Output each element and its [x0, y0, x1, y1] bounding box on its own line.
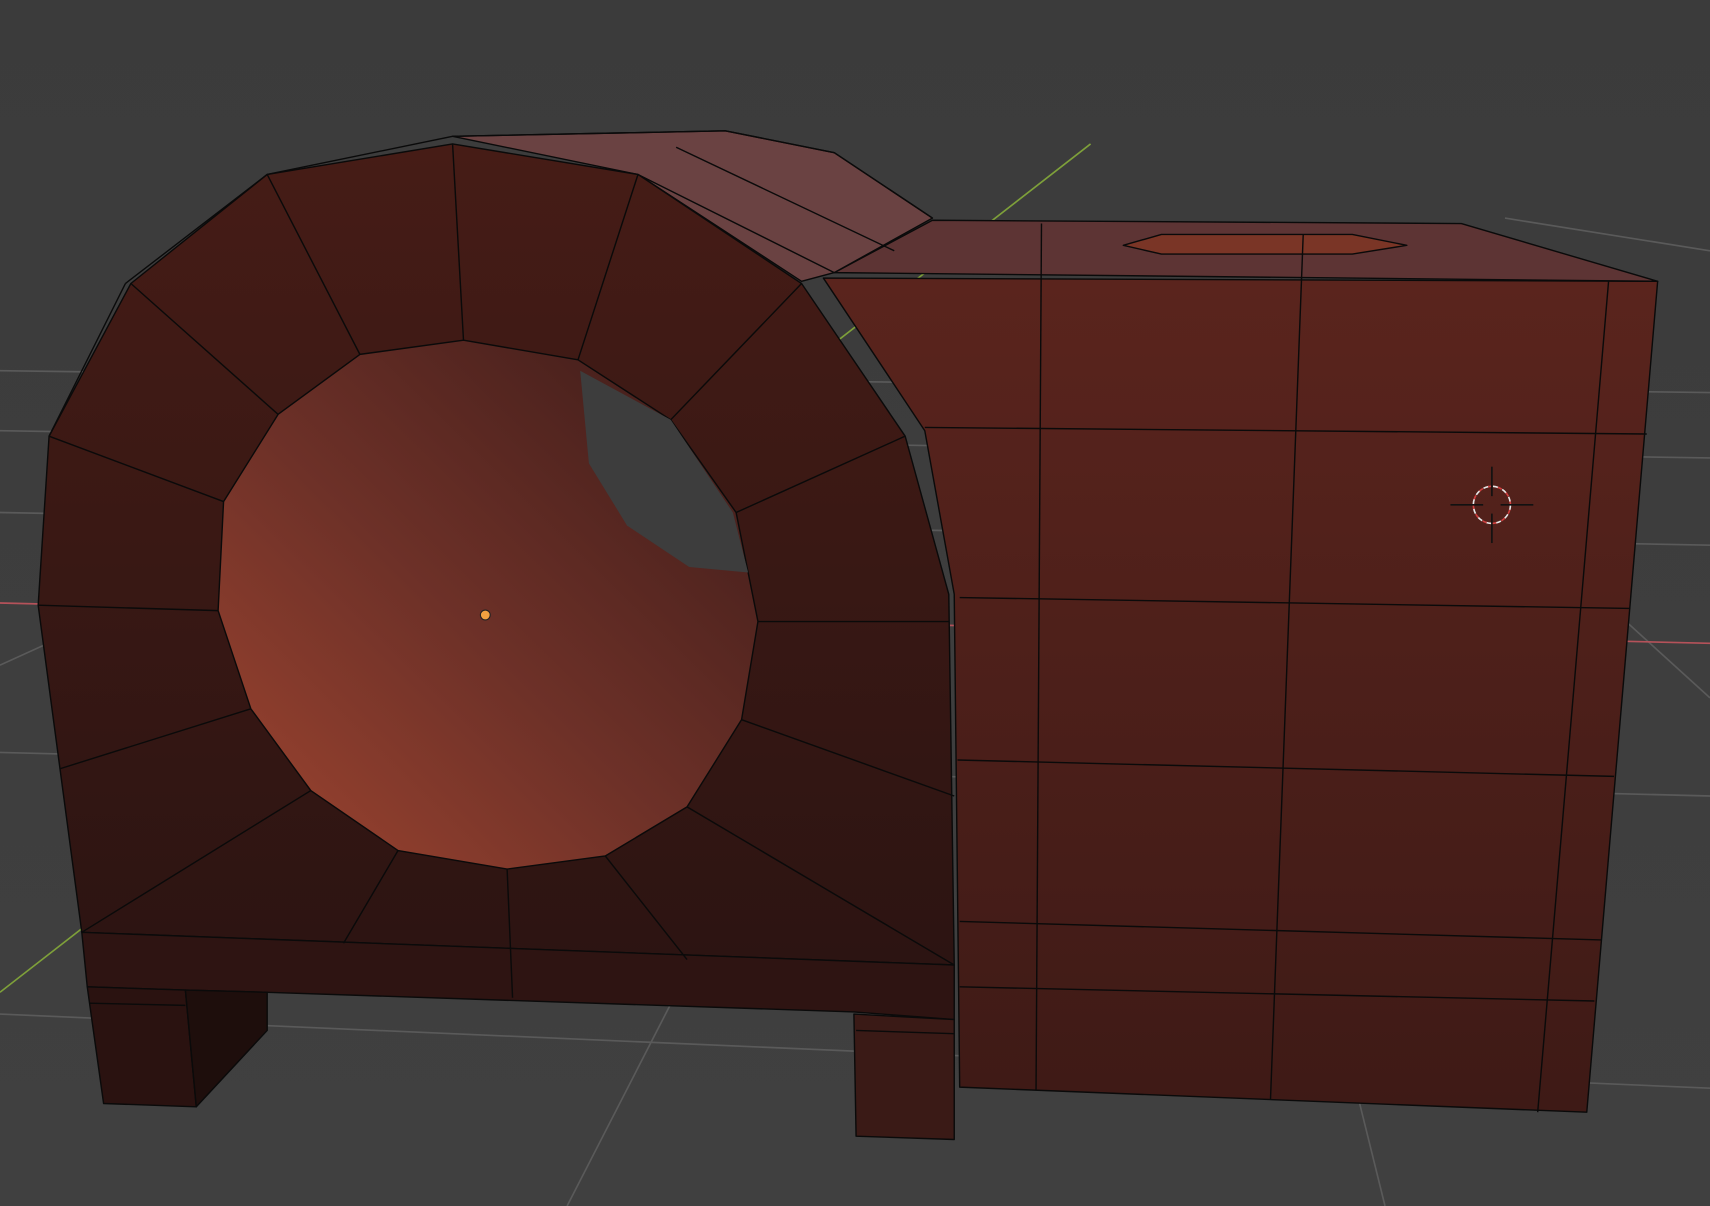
- object-origin-icon[interactable]: [479, 609, 491, 621]
- 3d-viewport[interactable]: [0, 0, 1710, 1206]
- top-hole: [1122, 233, 1408, 255]
- mesh-object[interactable]: [37, 130, 1659, 1141]
